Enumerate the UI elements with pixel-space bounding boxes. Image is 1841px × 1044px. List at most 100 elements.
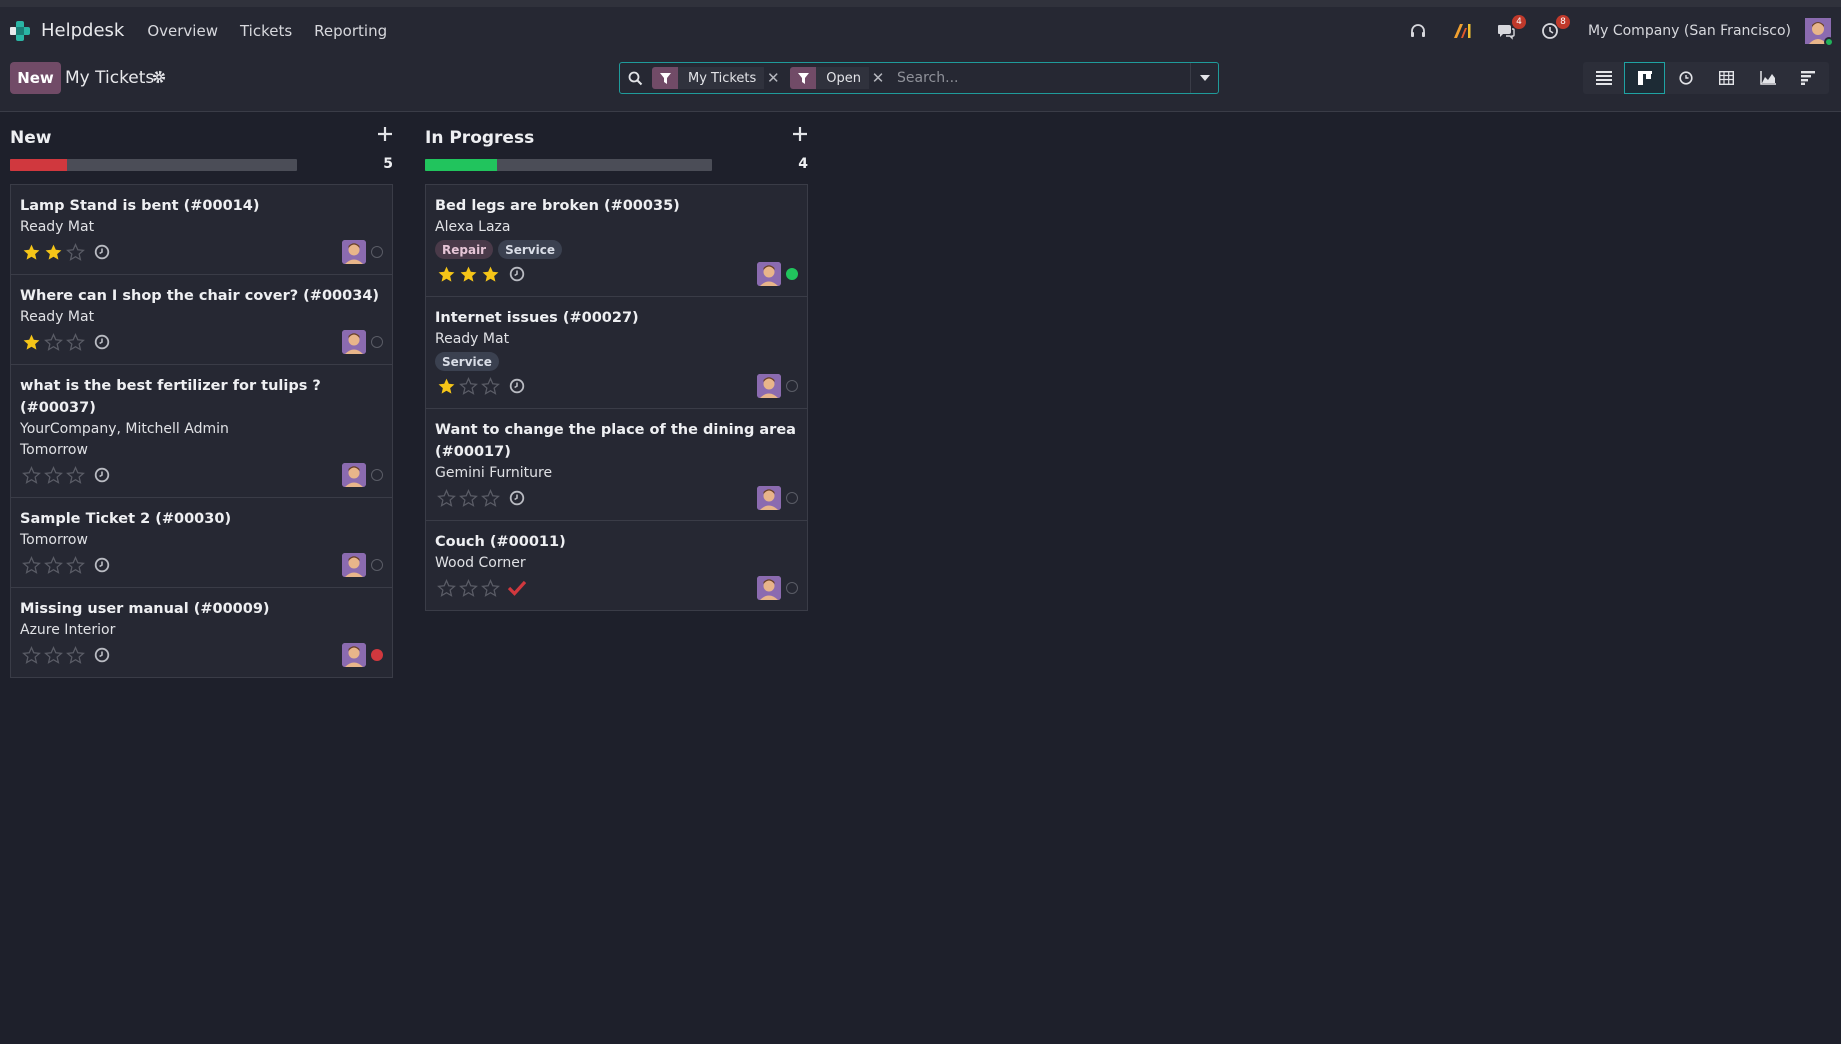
activity-view-clock-icon[interactable] bbox=[1665, 62, 1706, 94]
star-icon[interactable] bbox=[435, 263, 457, 285]
assignee-avatar[interactable] bbox=[757, 576, 781, 600]
nav-reporting[interactable]: Reporting bbox=[303, 22, 398, 40]
assignee-avatar[interactable] bbox=[757, 374, 781, 398]
kanban-state-dot[interactable] bbox=[371, 246, 383, 258]
assignee-avatar[interactable] bbox=[757, 486, 781, 510]
ticket-card[interactable]: Internet issues (#00027) Ready Mat Service bbox=[426, 297, 807, 409]
nav-menu: Overview Tickets Reporting bbox=[136, 22, 398, 40]
kanban-state-dot[interactable] bbox=[371, 469, 383, 481]
star-icon[interactable] bbox=[42, 464, 64, 486]
star-icon[interactable] bbox=[457, 263, 479, 285]
assignee-avatar[interactable] bbox=[342, 330, 366, 354]
star-icon[interactable] bbox=[20, 331, 42, 353]
list-view-icon[interactable] bbox=[1583, 62, 1624, 94]
star-icon[interactable] bbox=[42, 331, 64, 353]
ai-assistant-icon[interactable] bbox=[1450, 19, 1474, 43]
ticket-card[interactable]: Couch (#00011) Wood Corner bbox=[426, 521, 807, 610]
check-icon[interactable] bbox=[507, 578, 527, 598]
assignee-avatar[interactable] bbox=[342, 463, 366, 487]
clock-icon[interactable] bbox=[92, 465, 112, 485]
star-icon[interactable] bbox=[20, 464, 42, 486]
clock-icon[interactable] bbox=[92, 555, 112, 575]
search-options-caret-down-icon[interactable] bbox=[1190, 63, 1218, 93]
star-icon[interactable] bbox=[479, 577, 501, 599]
star-icon[interactable] bbox=[435, 375, 457, 397]
star-icon[interactable] bbox=[64, 464, 86, 486]
app-brand[interactable]: Helpdesk bbox=[8, 19, 124, 43]
star-icon[interactable] bbox=[479, 375, 501, 397]
ticket-card[interactable]: Bed legs are broken (#00035) Alexa Laza Re… bbox=[426, 185, 807, 297]
ticket-card[interactable]: Where can I shop the chair cover? (#0003… bbox=[11, 275, 392, 365]
kanban-state-dot[interactable] bbox=[786, 268, 798, 280]
column-progress-bar[interactable] bbox=[10, 159, 297, 171]
kanban-state-dot[interactable] bbox=[371, 336, 383, 348]
kanban-view-icon[interactable] bbox=[1624, 62, 1665, 94]
clock-icon[interactable] bbox=[92, 645, 112, 665]
star-icon[interactable] bbox=[457, 487, 479, 509]
assignee-avatar[interactable] bbox=[342, 553, 366, 577]
ticket-detail-line: YourCompany, Mitchell Admin bbox=[20, 421, 229, 437]
clock-icon[interactable] bbox=[507, 264, 527, 284]
star-icon[interactable] bbox=[64, 241, 86, 263]
plus-icon[interactable] bbox=[377, 126, 393, 142]
priority-stars bbox=[435, 577, 501, 599]
pivot-view-table-icon[interactable] bbox=[1706, 62, 1747, 94]
graph-view-area-chart-icon[interactable] bbox=[1747, 62, 1788, 94]
search-input[interactable] bbox=[893, 64, 1190, 92]
star-icon[interactable] bbox=[64, 554, 86, 576]
ticket-card[interactable]: Lamp Stand is bent (#00014) Ready Mat bbox=[11, 185, 392, 275]
remove-facet-close-icon[interactable]: ✕ bbox=[764, 67, 782, 89]
star-icon[interactable] bbox=[435, 487, 457, 509]
nav-tickets[interactable]: Tickets bbox=[229, 22, 303, 40]
ticket-card[interactable]: Want to change the place of the dining a… bbox=[426, 409, 807, 521]
star-icon[interactable] bbox=[479, 487, 501, 509]
ticket-title: Internet issues (#00027) bbox=[435, 310, 639, 326]
star-icon[interactable] bbox=[64, 331, 86, 353]
kanban-column: In Progress 4 Bed legs are broken (#00035)… bbox=[425, 112, 808, 611]
star-icon[interactable] bbox=[20, 644, 42, 666]
star-icon[interactable] bbox=[42, 554, 64, 576]
column-title[interactable]: New bbox=[10, 128, 51, 148]
kanban-state-dot[interactable] bbox=[371, 649, 383, 661]
star-icon[interactable] bbox=[42, 644, 64, 666]
star-icon[interactable] bbox=[457, 375, 479, 397]
tag-list: Service bbox=[435, 352, 798, 372]
ticket-title: Lamp Stand is bent (#00014) bbox=[20, 198, 260, 214]
star-icon[interactable] bbox=[479, 263, 501, 285]
company-switcher[interactable]: My Company (San Francisco) bbox=[1588, 23, 1791, 39]
kanban-state-dot[interactable] bbox=[371, 559, 383, 571]
remove-facet-close-icon[interactable]: ✕ bbox=[869, 67, 887, 89]
gantt-view-bars-icon[interactable] bbox=[1788, 62, 1829, 94]
nav-overview[interactable]: Overview bbox=[136, 22, 229, 40]
new-button[interactable]: New bbox=[10, 62, 61, 94]
assignee-avatar[interactable] bbox=[342, 240, 366, 264]
facet-label: My Tickets bbox=[678, 67, 765, 89]
headset-icon[interactable] bbox=[1406, 19, 1430, 43]
ticket-card[interactable]: Missing user manual (#00009) Azure Interi… bbox=[11, 588, 392, 677]
clock-icon[interactable] bbox=[507, 376, 527, 396]
activities-clock-icon[interactable]: 8 bbox=[1538, 14, 1571, 43]
clock-icon[interactable] bbox=[92, 242, 112, 262]
assignee-avatar[interactable] bbox=[342, 643, 366, 667]
ticket-card[interactable]: Sample Ticket 2 (#00030) Tomorrow bbox=[11, 498, 392, 588]
clock-icon[interactable] bbox=[507, 488, 527, 508]
star-icon[interactable] bbox=[20, 241, 42, 263]
star-icon[interactable] bbox=[42, 241, 64, 263]
clock-icon[interactable] bbox=[92, 332, 112, 352]
star-icon[interactable] bbox=[20, 554, 42, 576]
kanban-state-dot[interactable] bbox=[786, 492, 798, 504]
star-icon[interactable] bbox=[64, 644, 86, 666]
kanban-state-dot[interactable] bbox=[786, 582, 798, 594]
column-progress-bar[interactable] bbox=[425, 159, 712, 171]
star-icon[interactable] bbox=[435, 577, 457, 599]
plus-icon[interactable] bbox=[792, 126, 808, 142]
user-avatar[interactable] bbox=[1805, 17, 1834, 47]
messages-icon[interactable]: 4 bbox=[1494, 14, 1527, 43]
star-icon[interactable] bbox=[457, 577, 479, 599]
ticket-card[interactable]: what is the best fertilizer for tulips ?… bbox=[11, 365, 392, 498]
gear-icon[interactable] bbox=[151, 69, 167, 85]
tag-badge: Service bbox=[498, 240, 562, 259]
column-title[interactable]: In Progress bbox=[425, 128, 534, 148]
assignee-avatar[interactable] bbox=[757, 262, 781, 286]
kanban-state-dot[interactable] bbox=[786, 380, 798, 392]
